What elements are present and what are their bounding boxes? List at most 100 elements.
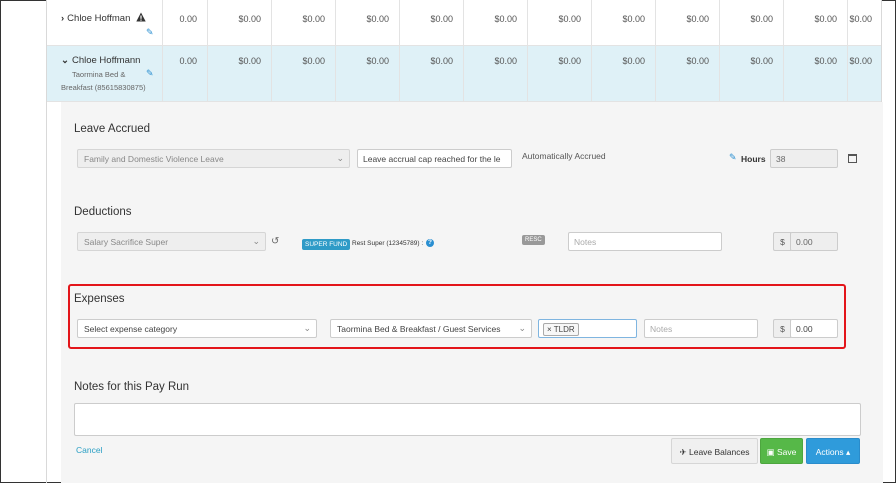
table-cell: $0.00 <box>592 0 656 45</box>
expense-category-value: Select expense category <box>84 324 178 334</box>
cell-value: 0.00 <box>179 56 197 66</box>
table-cell: 0.00 <box>162 46 208 101</box>
employee-name-cell: › Chloe Hoffman ✎ <box>47 0 163 45</box>
table-cell: $0.00 <box>272 0 336 45</box>
leave-balances-button[interactable]: ✈ Leave Balances <box>671 438 758 464</box>
table-cell: $0.00 <box>656 0 720 45</box>
table-cell: 0.00 <box>162 0 208 45</box>
employer-name: Taormina Bed & <box>72 70 126 79</box>
currency-addon: $ <box>773 232 791 251</box>
table-cell: $0.00 <box>208 0 272 45</box>
table-cell: $0.00 <box>784 46 848 101</box>
deduction-category-value: Salary Sacrifice Super <box>84 237 169 247</box>
cancel-link[interactable]: Cancel <box>76 445 102 455</box>
cell-value: $0.00 <box>558 14 581 24</box>
table-cell: $0.00 <box>720 0 784 45</box>
table-cell: $0.00 <box>848 0 882 45</box>
cell-value: $0.00 <box>750 14 773 24</box>
caret-up-icon: ▴ <box>843 447 851 457</box>
remove-tag-icon[interactable]: × <box>547 325 554 334</box>
cell-value: $0.00 <box>686 14 709 24</box>
pay-run-notes-textarea[interactable] <box>74 403 861 436</box>
save-icon: ▣ <box>766 447 778 457</box>
chevron-down-icon: ⌄ <box>252 236 260 246</box>
deductions-title: Deductions <box>74 206 132 218</box>
table-cell: $0.00 <box>848 46 882 101</box>
chevron-down-icon: ⌄ <box>336 153 344 163</box>
employer-abn: Breakfast (85615830875) <box>61 83 146 92</box>
cell-value: $0.00 <box>302 56 325 66</box>
expense-location-value: Taormina Bed & Breakfast / Guest Service… <box>337 324 501 334</box>
cell-value: $0.00 <box>430 56 453 66</box>
table-cell: $0.00 <box>720 46 784 101</box>
cell-value: $0.00 <box>430 14 453 24</box>
employee-name-cell: ⌄ Chloe Hoffmann ✎ Taormina Bed & Breakfa… <box>47 46 163 101</box>
expenses-highlight-box <box>68 284 846 349</box>
edit-pencil-icon[interactable]: ✎ <box>146 68 155 78</box>
chevron-down-icon: ⌄ <box>518 323 526 333</box>
calendar-icon[interactable] <box>848 154 857 163</box>
employee-row[interactable]: › Chloe Hoffman ✎ 0.00 $0.00 $0.00 $0.00 $0.0… <box>47 0 881 46</box>
chevron-down-icon[interactable]: ⌄ <box>61 55 69 66</box>
tag-chip[interactable]: × TLDR <box>543 323 579 336</box>
employee-row-expanded[interactable]: ⌄ Chloe Hoffmann ✎ Taormina Bed & Breakfa… <box>47 46 881 102</box>
expense-notes-input[interactable]: Notes <box>644 319 758 338</box>
resc-badge: RESC <box>522 235 545 245</box>
expense-location-select[interactable]: Taormina Bed & Breakfast / Guest Service… <box>330 319 532 338</box>
table-cell: $0.00 <box>400 0 464 45</box>
actions-button[interactable]: Actions ▴ <box>806 438 860 464</box>
cell-value: $0.00 <box>302 14 325 24</box>
notes-title: Notes for this Pay Run <box>74 381 190 393</box>
edit-pencil-icon[interactable]: ✎ <box>146 27 155 37</box>
edit-pencil-icon[interactable]: ✎ <box>729 152 738 162</box>
table-cell: $0.00 <box>400 46 464 101</box>
deduction-amount-input: 0.00 <box>790 232 838 251</box>
table-cell: $0.00 <box>592 46 656 101</box>
table-cell: $0.00 <box>784 0 848 45</box>
cell-value: $0.00 <box>686 56 709 66</box>
cell-value: 0.00 <box>179 14 197 24</box>
leave-type-select: Family and Domestic Violence Leave ⌄ <box>77 149 350 168</box>
table-cell: $0.00 <box>464 0 528 45</box>
table-cell: $0.00 <box>464 46 528 101</box>
warning-icon <box>136 12 146 22</box>
leave-note-input[interactable]: Leave accrual cap reached for the le <box>357 149 512 168</box>
cell-value: $0.00 <box>366 56 389 66</box>
employee-name[interactable]: › Chloe Hoffman <box>61 13 130 24</box>
cell-value: $0.00 <box>558 56 581 66</box>
table-cell: $0.00 <box>336 46 400 101</box>
expense-tag-input[interactable]: × TLDR <box>538 319 637 338</box>
deduction-notes-input[interactable]: Notes <box>568 232 722 251</box>
expense-amount-input[interactable]: 0.00 <box>790 319 838 338</box>
cell-value: $0.00 <box>366 14 389 24</box>
table-cell: $0.00 <box>272 46 336 101</box>
table-cell: $0.00 <box>336 0 400 45</box>
table-cell: $0.00 <box>528 0 592 45</box>
chevron-right-icon[interactable]: › <box>61 13 64 24</box>
cell-value: $0.00 <box>622 56 645 66</box>
cell-value: $0.00 <box>849 56 872 66</box>
cell-value: $0.00 <box>494 56 517 66</box>
table-cell: $0.00 <box>656 46 720 101</box>
history-icon[interactable]: ↺ <box>271 236 279 247</box>
cell-value: $0.00 <box>814 56 837 66</box>
cell-value: $0.00 <box>849 14 872 24</box>
help-icon[interactable]: ? <box>426 239 434 247</box>
cell-value: $0.00 <box>238 56 261 66</box>
hours-label: Hours <box>741 154 766 164</box>
tag-label: TLDR <box>553 325 575 334</box>
deduction-category-select: Salary Sacrifice Super ⌄ <box>77 232 266 251</box>
table-cell: $0.00 <box>528 46 592 101</box>
cell-value: $0.00 <box>814 14 837 24</box>
employee-name[interactable]: ⌄ Chloe Hoffmann <box>61 55 140 66</box>
accrual-status: Automatically Accrued <box>522 151 606 161</box>
expenses-title: Expenses <box>74 293 125 305</box>
cell-value: $0.00 <box>238 14 261 24</box>
currency-addon: $ <box>773 319 791 338</box>
leave-accrued-title: Leave Accrued <box>74 123 151 135</box>
super-fund-name: Rest Super (12345789) : <box>352 240 424 247</box>
hours-input: 38 <box>770 149 838 168</box>
table-cell: $0.00 <box>208 46 272 101</box>
save-button[interactable]: ▣ Save <box>760 438 803 464</box>
expense-category-select[interactable]: Select expense category ⌄ <box>77 319 317 338</box>
